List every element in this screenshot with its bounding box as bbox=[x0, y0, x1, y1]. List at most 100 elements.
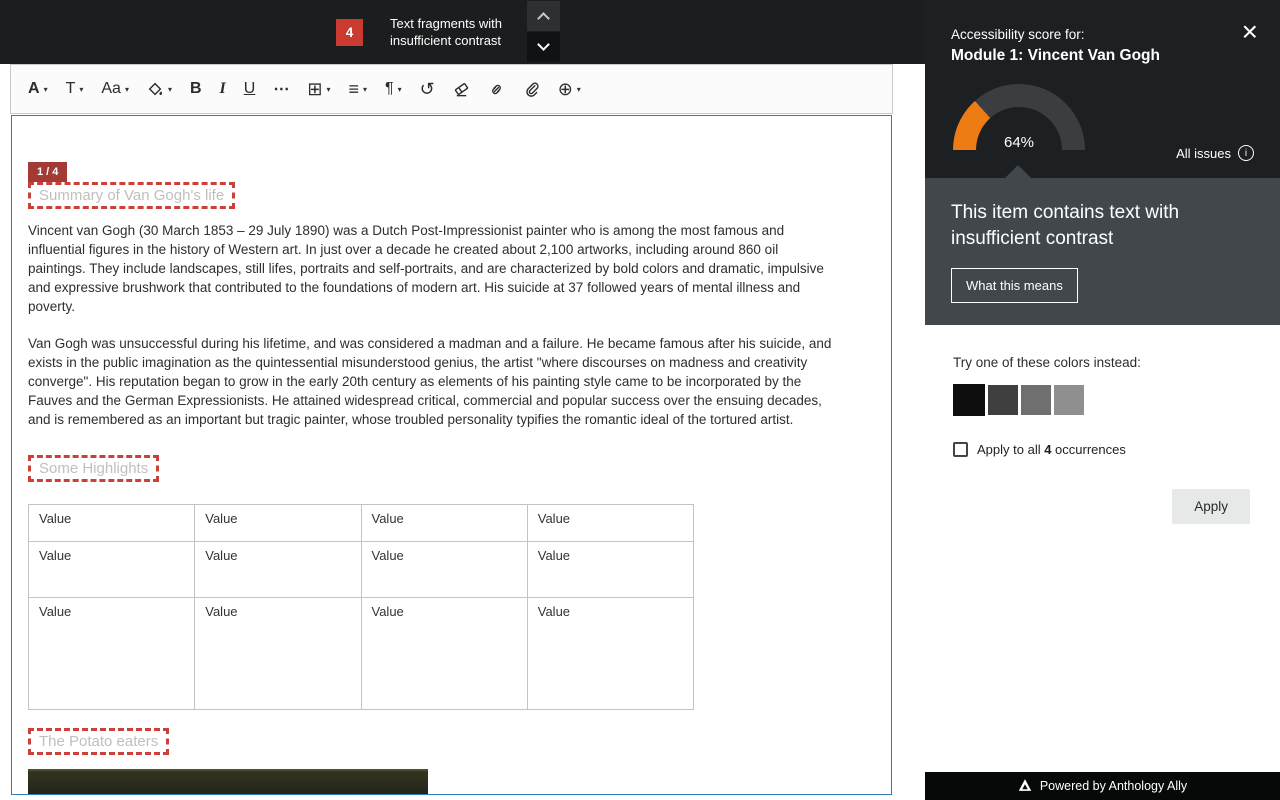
anthology-logo-icon bbox=[1018, 778, 1032, 795]
chevron-down-icon: ▾ bbox=[79, 85, 83, 94]
ally-footer: Powered by Anthology Ally bbox=[925, 772, 1280, 800]
issue-message-line2: insufficient contrast bbox=[390, 32, 502, 49]
table-cell[interactable]: Value bbox=[29, 505, 195, 542]
more-formatting-button[interactable]: ⋯ bbox=[264, 71, 298, 107]
table-button[interactable]: ⊞ ▾ bbox=[298, 71, 339, 107]
apply-button[interactable]: Apply bbox=[1172, 489, 1250, 524]
table-cell[interactable]: Value bbox=[527, 598, 693, 710]
chevron-down-icon bbox=[537, 38, 550, 51]
panel-header: Accessibility score for: Module 1: Vince… bbox=[925, 0, 1280, 178]
color-swatch-dark-gray[interactable] bbox=[988, 385, 1018, 415]
ellipsis-icon: ⋯ bbox=[273, 79, 289, 99]
undo-icon: ↺ bbox=[420, 79, 435, 100]
issue-message: Text fragments with insufficient contras… bbox=[390, 15, 502, 49]
apply-all-row: Apply to all 4 occurrences bbox=[953, 442, 1252, 457]
highlight-color-button[interactable]: ▾ bbox=[138, 71, 181, 107]
link-button[interactable] bbox=[479, 71, 514, 107]
pointer-up-arrow bbox=[1005, 165, 1031, 178]
paperclip-icon bbox=[523, 81, 540, 98]
table-cell[interactable]: Value bbox=[527, 505, 693, 542]
font-size-button[interactable]: Aa ▾ bbox=[92, 71, 138, 107]
paragraph-van-gogh-legacy[interactable]: Van Gogh was unsuccessful during his lif… bbox=[28, 334, 834, 429]
paint-bucket-icon bbox=[147, 81, 164, 98]
score-value: 64% bbox=[953, 134, 1085, 151]
chevron-down-icon: ▾ bbox=[326, 85, 330, 94]
underline-icon: U bbox=[244, 80, 256, 98]
bold-icon: B bbox=[190, 80, 202, 98]
text-color-button[interactable]: A ▾ bbox=[19, 71, 57, 107]
issue-position-badge: 1 / 4 bbox=[28, 162, 67, 182]
accessibility-score-gauge: 64% bbox=[953, 84, 1085, 150]
table-cell[interactable]: Value bbox=[29, 598, 195, 710]
apply-all-checkbox[interactable] bbox=[953, 442, 968, 457]
flagged-heading-summary[interactable]: Summary of Van Gogh's life bbox=[28, 182, 235, 209]
issue-description-section: This item contains text with insufficien… bbox=[925, 178, 1280, 325]
eraser-icon bbox=[453, 81, 470, 98]
table-cell[interactable]: Value bbox=[195, 598, 361, 710]
table-cell[interactable]: Value bbox=[361, 505, 527, 542]
chevron-down-icon: ▾ bbox=[363, 85, 367, 94]
font-size-icon: Aa bbox=[101, 80, 121, 98]
issue-nav-buttons bbox=[527, 1, 560, 63]
text-style-button[interactable]: T ▾ bbox=[57, 71, 93, 107]
table-cell[interactable]: Value bbox=[527, 542, 693, 598]
table-row: Value Value Value Value bbox=[29, 542, 694, 598]
chevron-down-icon: ▾ bbox=[168, 85, 172, 94]
paragraph-icon: ¶ bbox=[385, 80, 394, 98]
all-issues-label: All issues bbox=[1176, 146, 1231, 161]
color-swatch-row bbox=[953, 384, 1252, 416]
underline-button[interactable]: U bbox=[235, 71, 265, 107]
flagged-heading-highlights[interactable]: Some Highlights bbox=[28, 455, 159, 482]
remediation-section: Try one of these colors instead: Apply t… bbox=[925, 325, 1280, 524]
editor-content-area[interactable]: 1 / 4 Summary of Van Gogh's life Vincent… bbox=[11, 115, 892, 795]
what-this-means-button[interactable]: What this means bbox=[951, 268, 1078, 303]
content-table: Value Value Value Value Value Value Valu… bbox=[28, 504, 694, 710]
color-swatch-black[interactable] bbox=[953, 384, 985, 416]
previous-issue-button[interactable] bbox=[527, 1, 560, 31]
paragraph-format-button[interactable]: ¶ ▾ bbox=[376, 71, 411, 107]
bold-button[interactable]: B bbox=[181, 71, 211, 107]
text-color-icon: A bbox=[28, 80, 40, 98]
close-icon[interactable]: × bbox=[1242, 18, 1258, 46]
flagged-heading-potato-eaters[interactable]: The Potato eaters bbox=[28, 728, 169, 755]
table-row: Value Value Value Value bbox=[29, 505, 694, 542]
table-icon: ⊞ bbox=[307, 79, 322, 100]
apply-all-label: Apply to all 4 occurrences bbox=[977, 442, 1126, 457]
align-button[interactable]: ≡ ▾ bbox=[339, 71, 376, 107]
footer-text: Powered by Anthology Ally bbox=[1040, 779, 1187, 793]
ally-accessibility-panel: Accessibility score for: Module 1: Vince… bbox=[925, 0, 1280, 800]
undo-button[interactable]: ↺ bbox=[411, 71, 444, 107]
try-colors-label: Try one of these colors instead: bbox=[953, 355, 1252, 370]
link-icon bbox=[488, 81, 505, 98]
table-cell[interactable]: Value bbox=[361, 598, 527, 710]
issue-navigation-bar: 4 Text fragments with insufficient contr… bbox=[0, 0, 925, 64]
align-icon: ≡ bbox=[348, 79, 359, 100]
apply-all-suffix: occurrences bbox=[1051, 442, 1125, 457]
table-cell[interactable]: Value bbox=[29, 542, 195, 598]
color-swatch-gray[interactable] bbox=[1021, 385, 1051, 415]
all-issues-link[interactable]: All issues i bbox=[1176, 145, 1254, 161]
table-cell[interactable]: Value bbox=[195, 505, 361, 542]
next-issue-button[interactable] bbox=[527, 32, 560, 62]
issue-message-line1: Text fragments with bbox=[390, 15, 502, 32]
chevron-down-icon: ▾ bbox=[125, 85, 129, 94]
color-swatch-light-gray[interactable] bbox=[1054, 385, 1084, 415]
italic-icon: I bbox=[220, 80, 226, 98]
info-icon: i bbox=[1238, 145, 1254, 161]
paragraph-van-gogh-bio[interactable]: Vincent van Gogh (30 March 1853 – 29 Jul… bbox=[28, 221, 834, 316]
chevron-down-icon: ▾ bbox=[44, 85, 48, 94]
clear-formatting-button[interactable] bbox=[444, 71, 479, 107]
insert-content-button[interactable]: ⊕ ▾ bbox=[549, 71, 590, 107]
chevron-down-icon: ▾ bbox=[398, 85, 402, 94]
table-cell[interactable]: Value bbox=[361, 542, 527, 598]
apply-all-prefix: Apply to all bbox=[977, 442, 1044, 457]
chevron-down-icon: ▾ bbox=[577, 85, 581, 94]
italic-button[interactable]: I bbox=[211, 71, 235, 107]
issue-description: This item contains text with insufficien… bbox=[951, 200, 1227, 252]
score-for-label: Accessibility score for: bbox=[951, 27, 1085, 42]
table-cell[interactable]: Value bbox=[195, 542, 361, 598]
attachment-button[interactable] bbox=[514, 71, 549, 107]
table-row: Value Value Value Value bbox=[29, 598, 694, 710]
potato-eaters-image[interactable] bbox=[28, 769, 428, 795]
plus-circle-icon: ⊕ bbox=[558, 79, 573, 100]
